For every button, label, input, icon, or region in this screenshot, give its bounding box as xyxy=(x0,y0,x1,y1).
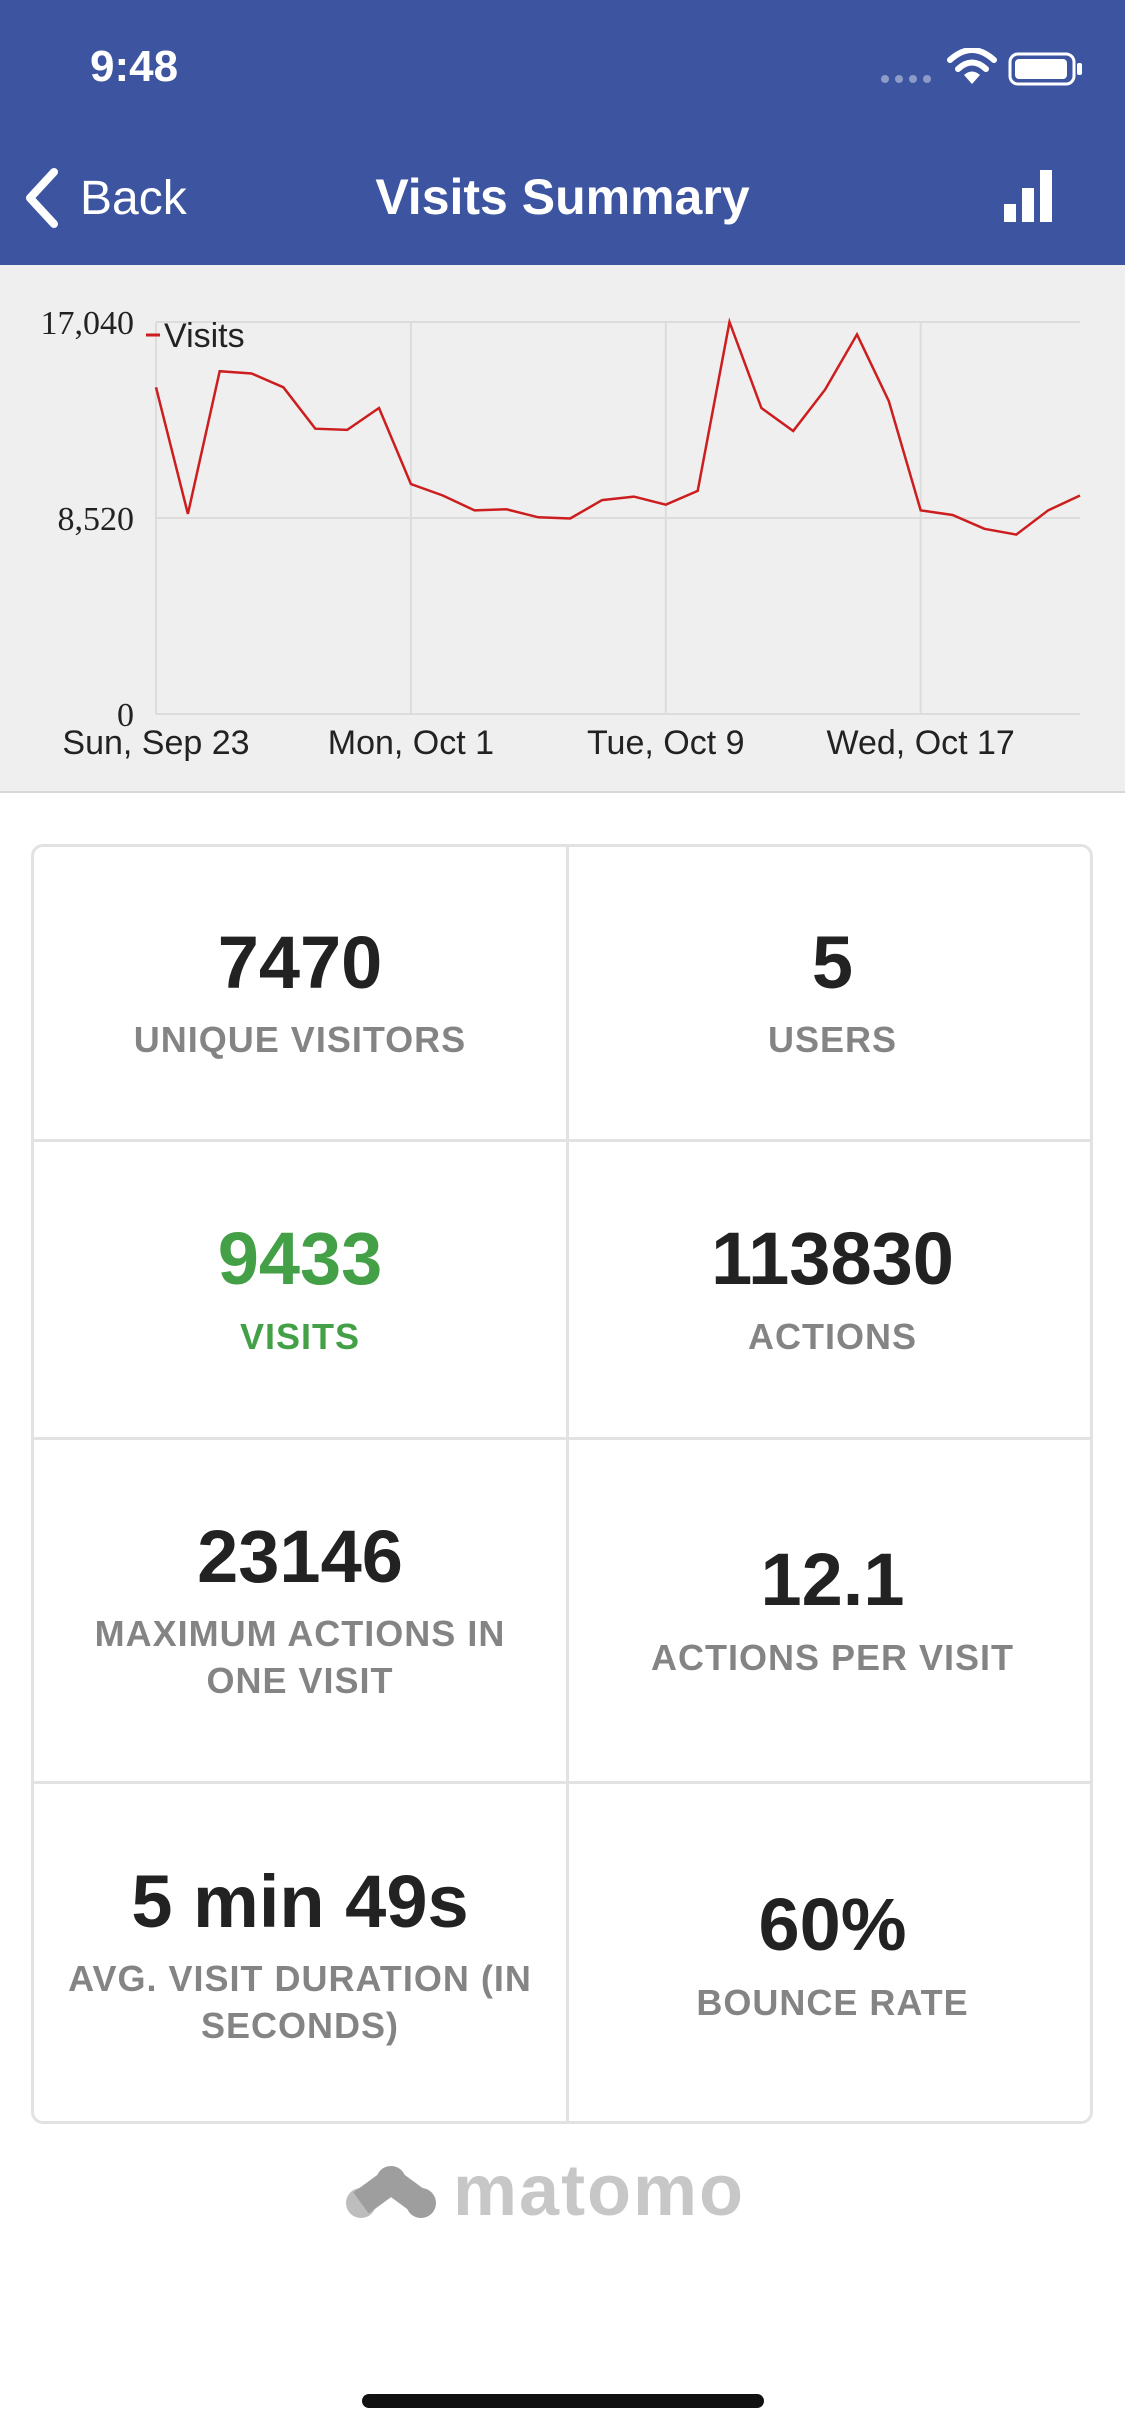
bar-chart-icon[interactable] xyxy=(1000,168,1056,224)
wifi-icon xyxy=(947,48,997,84)
stat-actions[interactable]: 113830 ACTIONS xyxy=(569,1142,1090,1437)
home-indicator[interactable] xyxy=(362,2394,764,2408)
back-button[interactable]: Back xyxy=(22,168,187,228)
stat-value: 9433 xyxy=(217,1217,383,1301)
back-label: Back xyxy=(80,171,187,225)
stat-label: BOUNCE RATE xyxy=(696,1981,969,2023)
stat-users[interactable]: 5 USERS xyxy=(569,847,1090,1139)
stat-actions-per-visit[interactable]: 12.1 ACTIONS PER VISIT xyxy=(569,1440,1090,1781)
y-tick-label: 8,520 xyxy=(58,501,135,538)
matomo-logo: matomo xyxy=(343,2151,783,2231)
stat-value: 60% xyxy=(758,1883,907,1967)
visits-series-line xyxy=(154,317,1081,536)
logo-text: matomo xyxy=(453,2151,746,2231)
page-title: Visits Summary xyxy=(375,169,750,225)
stat-value: 7470 xyxy=(217,920,383,1004)
visits-chart: 17,040 8,520 0 Sun, Sep 23 Mon, Oct 1 Tue, Oc… xyxy=(0,265,1125,793)
cellular-signal-icon xyxy=(881,75,931,83)
stat-avg-visit-duration[interactable]: 5 min 49s AVG. VISIT DURATION (IN SECOND… xyxy=(34,1784,566,2121)
stat-label: AVG. VISIT DURATION (IN SECONDS) xyxy=(68,1958,532,2047)
stat-value: 5 min 49s xyxy=(131,1860,469,1943)
y-tick-label: 17,040 xyxy=(41,305,135,342)
stat-label: MAXIMUM ACTIONS IN ONE VISIT xyxy=(94,1613,506,1702)
stat-label: VISITS xyxy=(239,1315,361,1357)
stat-label: ACTIONS PER VISIT xyxy=(650,1636,1015,1678)
stats-grid: 7470 UNIQUE VISITORS 5 USERS 9433 VISITS… xyxy=(31,844,1093,2124)
stat-max-actions[interactable]: 23146 MAXIMUM ACTIONS IN ONE VISIT xyxy=(34,1440,566,1781)
matomo-logo-icon xyxy=(346,2166,436,2218)
legend-label: Visits xyxy=(164,317,245,355)
stat-label: ACTIONS xyxy=(748,1315,917,1357)
stat-value: 23146 xyxy=(197,1515,403,1598)
stat-unique-visitors[interactable]: 7470 UNIQUE VISITORS xyxy=(34,847,566,1139)
stat-value: 5 xyxy=(811,920,854,1004)
x-tick-label: Mon, Oct 1 xyxy=(328,724,494,762)
x-tick-label: Wed, Oct 17 xyxy=(827,724,1015,762)
chevron-left-icon xyxy=(26,168,58,228)
x-tick-label: Tue, Oct 9 xyxy=(587,724,744,762)
stat-visits[interactable]: 9433 VISITS xyxy=(34,1142,566,1437)
stat-value: 113830 xyxy=(711,1217,954,1301)
stat-bounce-rate[interactable]: 60% BOUNCE RATE xyxy=(569,1784,1090,2121)
stat-value: 12.1 xyxy=(760,1538,905,1622)
visits-line-chart: 17,0408,5200Sun, Sep 23 Mon, Oct 1 Tue, Oc… xyxy=(41,305,1081,762)
stat-label: USERS xyxy=(767,1019,898,1061)
stat-label: UNIQUE VISITORS xyxy=(133,1019,467,1061)
app-header: 9:48 Back Visits Summary xyxy=(0,0,1125,265)
battery-icon xyxy=(1008,52,1082,86)
x-tick-label: Sun, Sep 23 xyxy=(62,724,249,762)
status-time: 9:48 xyxy=(90,42,179,91)
